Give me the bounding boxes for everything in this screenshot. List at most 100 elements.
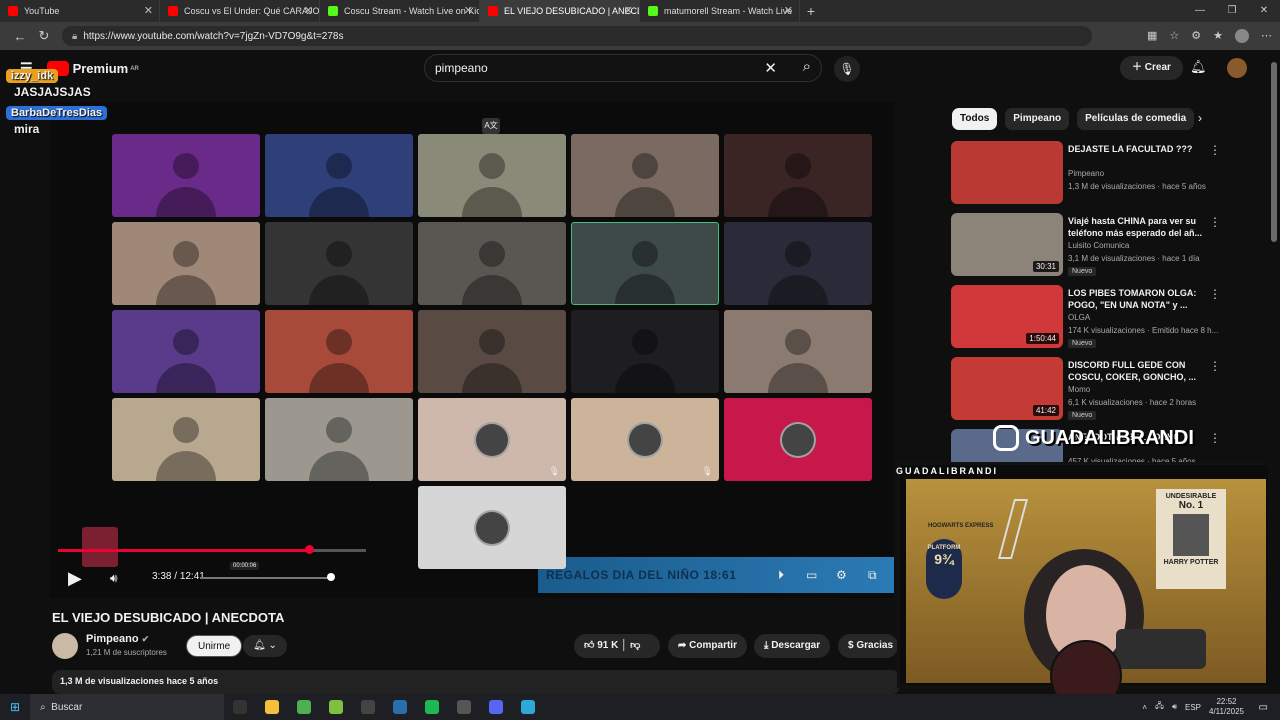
settings-gear-icon[interactable]: ⚙ bbox=[836, 568, 847, 582]
channel-avatar[interactable] bbox=[52, 633, 78, 659]
taskbar-search[interactable]: ⌕ Buscar bbox=[30, 694, 224, 720]
reader-icon[interactable]: ▦ bbox=[1147, 29, 1157, 43]
browser-tab[interactable]: matumorell Stream - Watch Live ✕ bbox=[640, 0, 800, 22]
new-badge: Nuevo bbox=[1068, 267, 1097, 276]
recommendation-item[interactable]: 30:31 Viajé hasta CHINA para ver su telé… bbox=[951, 213, 1261, 279]
browser-tab[interactable]: EL VIEJO DESUBICADO | ANECDOTA✕ bbox=[480, 0, 640, 22]
secondary-seek-knob[interactable] bbox=[327, 573, 335, 581]
filter-chip[interactable]: Todos bbox=[952, 108, 998, 130]
recommendation-channel[interactable]: OLGA bbox=[1068, 313, 1090, 322]
extensions-icon[interactable]: ⚙ bbox=[1191, 29, 1201, 43]
like-button[interactable]: 👍︎ 91 K │ 👎︎ bbox=[574, 634, 660, 658]
progress-scrubber[interactable] bbox=[305, 545, 314, 554]
tab-close-icon[interactable]: ✕ bbox=[784, 4, 793, 17]
recommendation-channel[interactable]: Momo bbox=[1068, 385, 1090, 394]
more-options-icon[interactable]: ⋮ bbox=[1209, 359, 1221, 373]
more-options-icon[interactable]: ⋮ bbox=[1209, 287, 1221, 301]
url-field[interactable]: 🔒︎ https://www.youtube.com/watch?v=7jgZn… bbox=[62, 26, 1092, 46]
filter-chip[interactable]: Películas de comedia bbox=[1077, 108, 1195, 130]
video-thumbnail[interactable]: 41:42 bbox=[951, 357, 1063, 420]
recommendation-title[interactable]: LOS PIBES TOMARON OLGA: POGO, "EN UNA NO… bbox=[1068, 287, 1218, 311]
discord-icon[interactable] bbox=[480, 694, 512, 720]
search-input[interactable]: pimpeano bbox=[435, 61, 488, 75]
page-scrollbar[interactable] bbox=[1268, 50, 1280, 688]
description-box[interactable]: 1,3 M de visualizaciones hace 5 años bbox=[52, 670, 900, 694]
recommendation-item[interactable]: 41:42 DISCORD FULL GEDE CON COSCU, COKER… bbox=[951, 357, 1261, 423]
clock[interactable]: 22:52 4/11/2025 bbox=[1209, 697, 1244, 717]
search-box[interactable]: pimpeano ✕ ⌕ bbox=[424, 54, 822, 82]
back-icon[interactable]: ← bbox=[8, 29, 32, 44]
video-player[interactable]: A文 ▶ 🔊︎ 3:38 / 12:41 00:00:06 REGALOS DI… bbox=[50, 102, 894, 598]
share-button[interactable]: ➦ Compartir bbox=[668, 634, 747, 658]
window-controls: — ❐ ✕ bbox=[1184, 0, 1280, 22]
create-button[interactable]: ＋ Crear bbox=[1120, 56, 1183, 80]
new-tab-button[interactable]: + bbox=[800, 3, 822, 19]
recommendation-item[interactable]: 1:50:44 LOS PIBES TOMARON OLGA: POGO, "E… bbox=[951, 285, 1261, 351]
recommendation-channel[interactable]: Luisito Comunica bbox=[1068, 241, 1129, 250]
minecraft-launcher-icon[interactable] bbox=[288, 694, 320, 720]
download-button[interactable]: ⤓ Descargar bbox=[754, 634, 831, 658]
network-icon[interactable]: 🖧 bbox=[1155, 700, 1164, 714]
xbox-icon[interactable] bbox=[320, 694, 352, 720]
close-window-button[interactable]: ✕ bbox=[1248, 0, 1280, 22]
recommendation-title[interactable]: Viajé hasta CHINA para ver su teléfono m… bbox=[1068, 215, 1218, 239]
browser-tab[interactable]: Coscu vs El Under: Qué CARAJOS ✕ bbox=[160, 0, 320, 22]
tab-close-icon[interactable]: ✕ bbox=[144, 4, 153, 17]
volume-icon[interactable]: 🔊︎ bbox=[110, 571, 118, 586]
file-explorer-icon[interactable] bbox=[256, 694, 288, 720]
recommendation-title[interactable]: DEJASTE LA FACULTAD ??? bbox=[1068, 143, 1218, 155]
search-icon[interactable]: ⌕ bbox=[803, 58, 811, 75]
progress-bar[interactable] bbox=[58, 549, 366, 552]
favorite-star-icon[interactable]: ☆ bbox=[1169, 29, 1179, 43]
windows-start-icon[interactable]: ⊞ bbox=[0, 700, 30, 714]
recommendation-item[interactable]: DEJASTE LA FACULTAD ??? Pimpeano 1,3 M de … bbox=[951, 141, 1261, 207]
edge-icon[interactable] bbox=[512, 694, 544, 720]
clear-search-icon[interactable]: ✕ bbox=[764, 59, 777, 77]
recommendation-title[interactable]: DISCORD FULL GEDE CON COSCU, COKER, GONC… bbox=[1068, 359, 1218, 383]
tab-close-icon[interactable]: ✕ bbox=[624, 4, 633, 17]
tab-close-icon[interactable]: ✕ bbox=[464, 4, 473, 17]
microphone-icon[interactable]: 🎙︎ bbox=[834, 56, 860, 82]
spotify-icon[interactable] bbox=[416, 694, 448, 720]
recommendation-channel[interactable]: Pimpeano bbox=[1068, 169, 1104, 178]
thanks-button[interactable]: $ Gracias bbox=[838, 634, 898, 658]
tray-overflow-icon[interactable]: ˄ bbox=[1142, 703, 1147, 712]
more-menu-icon[interactable]: ⋯ bbox=[1261, 29, 1272, 43]
maximize-button[interactable]: ❐ bbox=[1216, 0, 1248, 22]
notification-center-icon[interactable]: ▭ bbox=[1259, 702, 1268, 713]
more-options-icon[interactable]: ⋮ bbox=[1209, 431, 1221, 445]
join-button[interactable]: Unirme bbox=[186, 635, 243, 657]
more-options-icon[interactable]: ⋮ bbox=[1209, 143, 1221, 157]
translate-icon[interactable]: A文 bbox=[482, 118, 500, 134]
video-thumbnail[interactable] bbox=[951, 141, 1063, 204]
epic-games-icon[interactable] bbox=[352, 694, 384, 720]
channel-name[interactable]: Pimpeano ✔ bbox=[86, 633, 149, 645]
obs-icon[interactable] bbox=[448, 694, 480, 720]
chips-next-icon[interactable]: › bbox=[1198, 111, 1202, 125]
instagram-handle-overlay: GUADALIBRANDI bbox=[993, 425, 1194, 451]
task-view-icon[interactable] bbox=[224, 694, 256, 720]
participant-avatar bbox=[474, 509, 510, 546]
minimize-button[interactable]: — bbox=[1184, 0, 1216, 22]
browser-tab[interactable]: YouTube ✕ bbox=[0, 0, 160, 22]
reload-icon[interactable]: ↻ bbox=[32, 28, 56, 44]
more-options-icon[interactable]: ⋮ bbox=[1209, 215, 1221, 229]
language-indicator[interactable]: ESP bbox=[1185, 703, 1201, 712]
play-icon[interactable]: ▶ bbox=[68, 568, 82, 589]
autoplay-toggle-icon[interactable]: ⏵ bbox=[778, 568, 784, 583]
video-thumbnail[interactable]: 1:50:44 bbox=[951, 285, 1063, 348]
filter-chip[interactable]: Pimpeano bbox=[1005, 108, 1070, 130]
miniplayer-icon[interactable]: ⧉ bbox=[868, 568, 877, 583]
profile-avatar[interactable] bbox=[1235, 29, 1249, 43]
volume-tray-icon[interactable]: 🔊︎ bbox=[1172, 702, 1177, 712]
browser-tab[interactable]: Coscu Stream - Watch Live on Kick ✕ bbox=[320, 0, 480, 22]
notifications-bell-icon[interactable]: 🔔︎ bbox=[1190, 59, 1207, 75]
video-thumbnail[interactable]: 30:31 bbox=[951, 213, 1063, 276]
account-avatar[interactable] bbox=[1227, 58, 1247, 78]
tab-close-icon[interactable]: ✕ bbox=[304, 4, 313, 17]
steam-icon[interactable] bbox=[384, 694, 416, 720]
subscription-bell-button[interactable]: 🔔︎ ⌄ bbox=[243, 635, 287, 657]
collections-icon[interactable]: ★ bbox=[1213, 29, 1223, 43]
secondary-seek-slider[interactable] bbox=[200, 577, 330, 579]
subtitles-icon[interactable]: ▭ bbox=[806, 568, 817, 582]
